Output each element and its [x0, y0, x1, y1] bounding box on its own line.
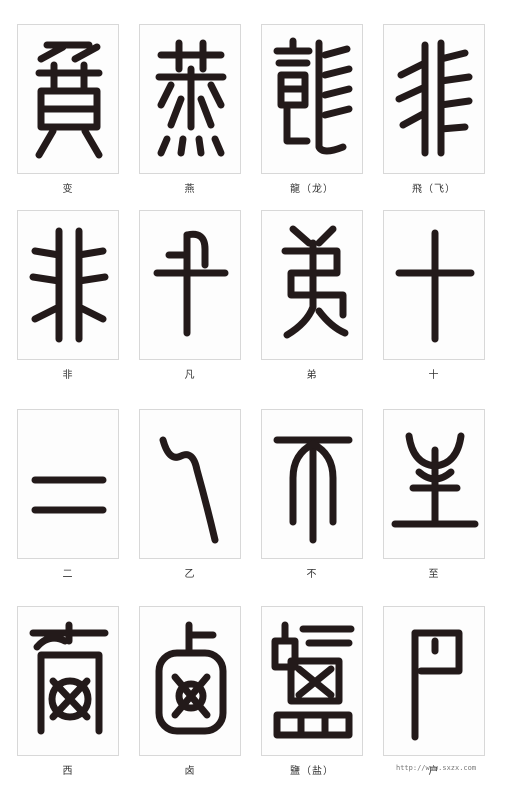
glyph-caption: 龍（龙） — [290, 184, 334, 195]
seal-glyph-bu — [273, 436, 353, 544]
glyph-card-11: 不 — [261, 409, 382, 580]
seal-glyph-di — [281, 225, 349, 339]
glyph-panel — [17, 24, 119, 174]
glyph-caption: 弟 — [306, 370, 318, 381]
glyph-card-14: 卤 — [139, 606, 260, 777]
seal-glyph-xi — [29, 621, 109, 735]
glyph-caption: 不 — [306, 569, 318, 580]
glyph-panel — [17, 210, 119, 360]
glyph-panel — [383, 24, 485, 174]
glyph-card-16: 户 — [383, 606, 504, 777]
glyph-card-10: 乙 — [139, 409, 260, 580]
glyph-panel — [383, 210, 485, 360]
glyph-panel — [139, 409, 241, 559]
glyph-panel — [261, 409, 363, 559]
glyph-card-7: 弟 — [261, 210, 382, 381]
seal-glyph-fei-not — [29, 227, 109, 343]
glyph-caption: 鹽（盐） — [290, 766, 334, 777]
glyph-card-8: 十 — [383, 210, 504, 381]
seal-glyph-shi — [395, 229, 475, 343]
glyph-caption: 变 — [62, 184, 74, 195]
glyph-caption: 至 — [428, 569, 440, 580]
seal-glyph-fan — [153, 230, 229, 337]
glyph-caption: 凡 — [184, 370, 196, 381]
seal-glyph-yan — [155, 39, 227, 157]
seal-glyph-bian — [35, 41, 103, 159]
glyph-card-15: 鹽（盐） — [261, 606, 382, 777]
glyph-card-5: 非 — [17, 210, 138, 381]
glyph-panel — [139, 24, 241, 174]
glyph-panel — [17, 409, 119, 559]
glyph-caption: 飛（飞） — [412, 184, 456, 195]
glyph-panel — [261, 606, 363, 756]
seal-glyph-er — [31, 476, 107, 514]
glyph-card-2: 燕 — [139, 24, 260, 195]
seal-glyph-fei — [395, 39, 473, 157]
glyph-card-12: 至 — [383, 409, 504, 580]
seal-glyph-yan-salt — [271, 621, 355, 739]
glyph-panel — [139, 210, 241, 360]
glyph-card-4: 飛（飞） — [383, 24, 504, 195]
glyph-caption: 二 — [62, 569, 74, 580]
glyph-caption: 非 — [62, 370, 74, 381]
glyph-card-9: 二 — [17, 409, 138, 580]
glyph-caption: 卤 — [184, 766, 196, 777]
seal-glyph-yi — [159, 436, 219, 544]
glyph-panel — [139, 606, 241, 756]
glyph-caption: 十 — [428, 370, 440, 381]
glyph-panel — [383, 409, 485, 559]
seal-glyph-zhi — [391, 432, 479, 528]
glyph-panel — [383, 606, 485, 756]
glyph-card-6: 凡 — [139, 210, 260, 381]
glyph-card-3: 龍（龙） — [261, 24, 382, 195]
glyph-caption: 乙 — [184, 569, 196, 580]
source-watermark: http://www.sxzx.com — [396, 764, 477, 772]
glyph-panel — [261, 24, 363, 174]
glyph-card-1: 变 — [17, 24, 138, 195]
seal-glyph-lu — [155, 621, 227, 735]
glyph-caption: 西 — [62, 766, 74, 777]
glyph-caption: 燕 — [184, 184, 196, 195]
seal-glyph-hu — [411, 629, 463, 741]
glyph-card-13: 西 — [17, 606, 138, 777]
glyph-panel — [261, 210, 363, 360]
seal-glyph-long — [273, 37, 353, 155]
glyph-panel — [17, 606, 119, 756]
